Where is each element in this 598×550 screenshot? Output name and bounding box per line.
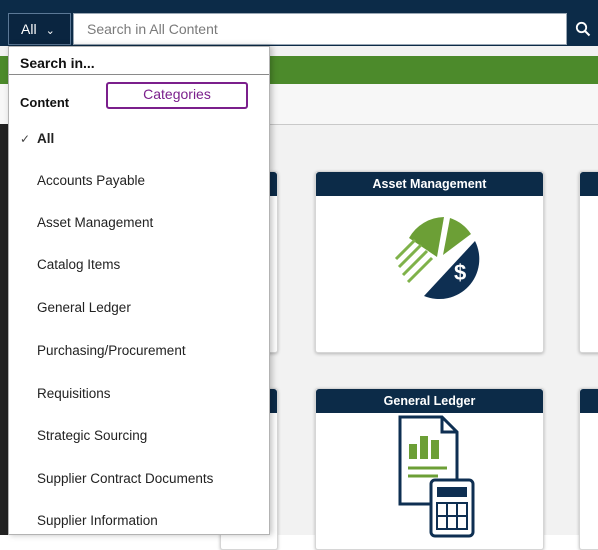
search-scope-dropdown[interactable]: All ⌄ [8,13,71,45]
menu-item-label: Purchasing/Procurement [37,343,186,358]
menu-item-purchasing-procurement[interactable]: Purchasing/Procurement [9,336,269,366]
tile-partial-right-upper[interactable] [579,171,598,353]
tile-header [580,389,598,413]
menu-item-label: Accounts Payable [37,173,146,188]
menu-item-label: Catalog Items [37,257,121,272]
checkmark-icon: ✓ [20,132,31,146]
tile-general-ledger[interactable]: General Ledger [315,388,544,550]
tile-title: Asset Management [316,172,543,196]
menu-group-label: Content [20,95,70,110]
svg-text:$: $ [454,260,466,285]
global-search-bar: All ⌄ [0,0,598,46]
menu-item-supplier-information[interactable]: Supplier Information [9,506,269,536]
menu-item-label: Strategic Sourcing [37,428,148,443]
menu-item-supplier-contract-documents[interactable]: Supplier Contract Documents [9,464,269,494]
tile-partial-right-lower[interactable] [579,388,598,550]
tile-title: General Ledger [316,389,543,413]
menu-item-catalog-items[interactable]: Catalog Items [9,250,269,280]
search-scope-label: All [21,21,37,37]
menu-item-label: Supplier Information [37,513,158,528]
tile-asset-management[interactable]: Asset Management $ [315,171,544,353]
menu-item-requisitions[interactable]: Requisitions [9,379,269,409]
menu-divider [9,74,269,75]
categories-callout: Categories [106,82,248,109]
tile-header [580,172,598,196]
menu-item-all[interactable]: ✓ All [9,124,269,154]
menu-item-strategic-sourcing[interactable]: Strategic Sourcing [9,421,269,451]
menu-item-label: Supplier Contract Documents [37,471,214,486]
search-scope-menu: Search in... Content Categories ✓ All Ac… [8,46,270,535]
general-ledger-document-calculator-icon [398,415,475,538]
menu-item-label: All [37,131,55,146]
asset-management-pie-dollar-icon: $ [394,217,480,300]
menu-item-asset-management[interactable]: Asset Management [9,208,269,238]
menu-item-general-ledger[interactable]: General Ledger [9,293,269,323]
search-button[interactable] [568,13,598,45]
menu-item-label: General Ledger [37,300,131,315]
menu-item-label: Requisitions [37,386,111,401]
search-input[interactable] [73,13,567,45]
menu-heading: Search in... [20,55,95,71]
search-icon [575,21,591,37]
menu-item-label: Asset Management [37,215,154,230]
chevron-down-icon: ⌄ [45,24,55,37]
left-edge-panel [0,124,8,535]
menu-item-accounts-payable[interactable]: Accounts Payable [9,166,269,196]
